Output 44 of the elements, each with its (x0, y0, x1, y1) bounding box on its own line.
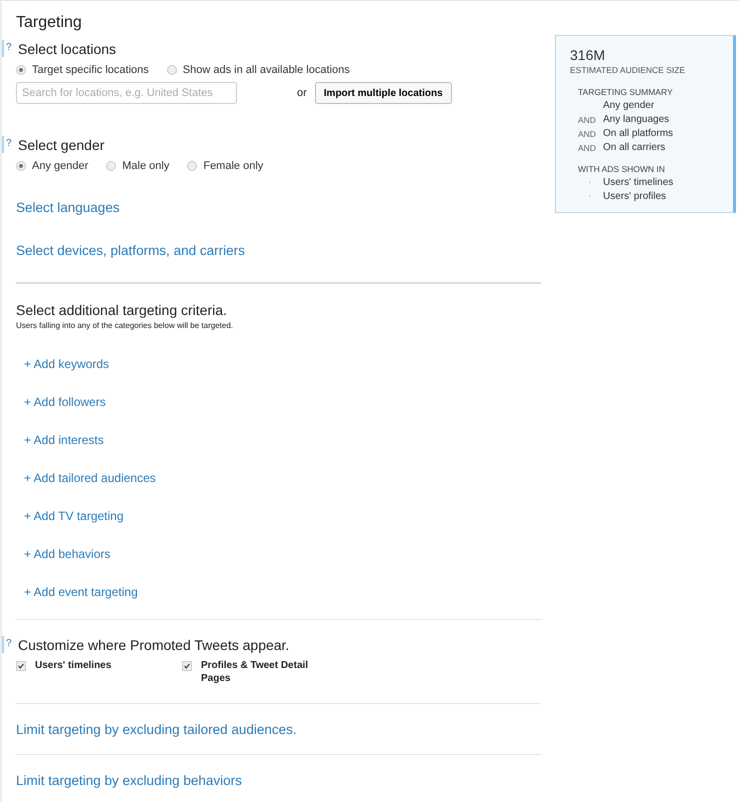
summary-item: On all platforms (603, 127, 674, 141)
add-criteria-link[interactable]: + Add behaviors (24, 547, 541, 561)
audience-size-label: ESTIMATED AUDIENCE SIZE (570, 65, 686, 75)
audience-size: 316M (570, 47, 606, 63)
radio-option[interactable]: Target specific locations (16, 64, 149, 76)
shown-in-label: WITH ADS SHOWN IN (578, 164, 666, 174)
section-heading: Select locations (18, 40, 116, 56)
section-link[interactable]: Select devices, platforms, and carriers (16, 243, 541, 258)
summary-item: On all carriers (603, 141, 666, 155)
radio-option[interactable]: Show ads in all available locations (166, 64, 350, 76)
radio-option[interactable]: Any gender (16, 160, 88, 172)
add-criteria-link[interactable]: + Add interests (24, 433, 541, 447)
radio-option[interactable]: Male only (106, 160, 170, 172)
bullet: · (588, 190, 592, 204)
checkbox-option[interactable]: Profiles & Tweet Detail Pages (182, 659, 348, 685)
summary-item: Any gender (603, 99, 654, 113)
section-heading: Customize where Promoted Tweets appear. (18, 636, 290, 652)
add-criteria-link[interactable]: + Add keywords (24, 357, 541, 371)
page-title: Targeting (16, 14, 83, 32)
section-link[interactable]: Select languages (16, 200, 541, 215)
add-criteria-link[interactable]: + Add followers (24, 395, 541, 409)
search-field[interactable]: Search for locations, e.g. United States (16, 82, 237, 104)
checkbox-option[interactable]: Users' timelines (16, 659, 182, 685)
or-label: or (297, 87, 307, 99)
add-criteria-link[interactable]: + Add TV targeting (24, 509, 541, 523)
connector-label: AND (578, 143, 596, 153)
exclusion-link[interactable]: Limit targeting by excluding tailored audiences. (16, 722, 541, 737)
exclusion-link[interactable]: Limit targeting by excluding behaviors (16, 773, 541, 788)
section-subtitle: Users falling into any of the categories below will be targeted. (16, 321, 234, 330)
summary-item: Any languages (603, 113, 670, 127)
section-heading: Select gender (18, 136, 104, 152)
add-criteria-link[interactable]: + Add event targeting (24, 585, 541, 599)
summary-item: Users' timelines (603, 176, 674, 190)
import-button[interactable]: Import multiple locations (314, 82, 452, 104)
connector-label: AND (578, 115, 596, 125)
summary-label: TARGETING SUMMARY (578, 87, 674, 97)
check-icon (183, 662, 191, 670)
summary-item: Users' profiles (603, 190, 666, 204)
connector-label: AND (578, 129, 596, 139)
bullet: · (588, 176, 592, 190)
add-criteria-link[interactable]: + Add tailored audiences (24, 471, 541, 485)
section-heading: Select additional targeting criteria. (16, 302, 228, 318)
check-icon (17, 662, 25, 670)
radio-option[interactable]: Female only (187, 160, 264, 172)
